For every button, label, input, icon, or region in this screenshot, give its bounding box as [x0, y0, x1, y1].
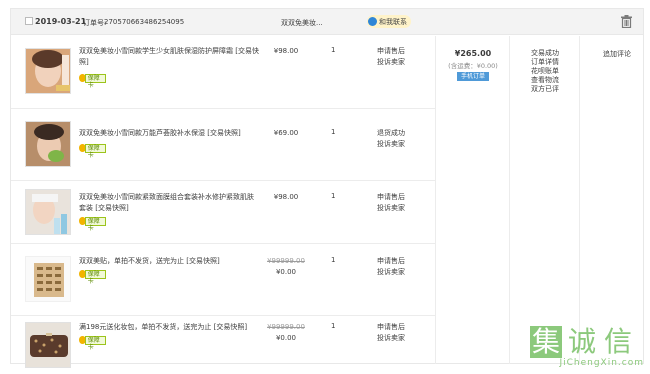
product-thumbnail[interactable]	[25, 322, 71, 368]
apply-after-sale-link[interactable]: 申请售后	[377, 256, 405, 267]
guarantee-badge[interactable]: 保障卡	[79, 335, 106, 351]
huabei-bill-link[interactable]: 花呗账单	[531, 67, 559, 76]
complain-seller-link[interactable]: 投诉卖家	[377, 333, 405, 344]
order-number: 270570663486254095	[104, 18, 185, 26]
chat-icon	[368, 17, 377, 26]
complain-seller-link[interactable]: 投诉卖家	[377, 203, 405, 214]
apply-after-sale-link[interactable]: 申请售后	[377, 322, 405, 333]
pay-method-tag: 手机订单	[456, 72, 489, 81]
product-title-link[interactable]: 双双美贴，单拍不发货，送完为止 [交易快照]	[79, 256, 259, 267]
item-quantity: 1	[331, 322, 336, 330]
watermark-char: 集	[530, 325, 562, 358]
add-review-link[interactable]: 追加评论	[603, 50, 631, 58]
order-total-column: ¥265.00 (含运费：¥0.00) 手机订单	[437, 49, 509, 81]
item-original-price: ¥99999.00	[267, 323, 305, 331]
complain-seller-link[interactable]: 投诉卖家	[377, 267, 405, 278]
complain-seller-link[interactable]: 投诉卖家	[377, 57, 405, 68]
order-total: ¥265.00	[454, 49, 492, 58]
watermark-chars: 集 诚 信	[530, 326, 650, 358]
badge-label: 保障卡	[84, 143, 106, 159]
mutual-review-status[interactable]: 双方已评	[531, 85, 559, 94]
item-price: ¥98.00	[261, 46, 311, 57]
product-thumbnail[interactable]	[25, 48, 71, 94]
after-sale-links: 申请售后 投诉卖家	[377, 46, 405, 68]
order-item-row: 双双免美妆小雪同款学生少女肌肤保湿防护屏障霜 [交易快照] 保障卡 ¥98.00…	[11, 36, 435, 109]
order-freight: (含运费：¥0.00)	[448, 62, 498, 70]
badge-label: 保障卡	[84, 269, 106, 285]
apply-after-sale-link[interactable]: 申请售后	[377, 192, 405, 203]
order-card: 2019-03-21 订单号: 270570663486254095 双双免美妆…	[10, 8, 644, 368]
order-item-row: 双双美贴，单拍不发货，送完为止 [交易快照] 保障卡 ¥99999.00 ¥0.…	[11, 244, 435, 316]
badge-label: 保障卡	[84, 73, 106, 89]
guarantee-badge[interactable]: 保障卡	[79, 269, 106, 285]
after-sale-links: 退货成功 投诉卖家	[377, 128, 405, 150]
contact-seller-button[interactable]: 和我联系	[367, 15, 411, 28]
guarantee-badge[interactable]: 保障卡	[79, 73, 106, 89]
order-number-label: 订单号:	[83, 19, 107, 27]
product-title-link[interactable]: 双双免美妆小雪同款万能芦荟胶补水保湿 [交易快照]	[79, 128, 259, 139]
order-detail-link[interactable]: 订单详情	[531, 58, 559, 67]
item-price: ¥69.00	[261, 128, 311, 139]
product-thumbnail[interactable]	[25, 121, 71, 167]
product-title-link[interactable]: 双双免美妆小雪同款学生少女肌肤保湿防护屏障霜 [交易快照]	[79, 46, 259, 68]
item-price: ¥98.00	[261, 192, 311, 203]
operation-column: 追加评论	[603, 49, 631, 59]
badge-label: 保障卡	[84, 216, 106, 232]
item-price-value: ¥98.00	[273, 193, 299, 201]
contact-seller-label: 和我联系	[379, 17, 407, 26]
order-header: 2019-03-21 订单号: 270570663486254095 双双免美妆…	[11, 9, 643, 35]
order-item-row: 满198元送化妆包，单拍不发货，送完为止 [交易快照] 保障卡 ¥99999.0…	[11, 316, 435, 368]
product-thumbnail[interactable]	[25, 256, 71, 302]
watermark-url: JiChengXin.com	[559, 358, 644, 368]
product-thumbnail[interactable]	[25, 189, 71, 235]
refund-status-link[interactable]: 退货成功	[377, 128, 405, 139]
badge-label: 保障卡	[84, 335, 106, 351]
watermark-char: 信	[603, 325, 632, 358]
column-divider	[435, 36, 436, 364]
after-sale-links: 申请售后 投诉卖家	[377, 192, 405, 214]
item-price-value: ¥0.00	[275, 268, 297, 276]
column-divider	[579, 36, 580, 364]
item-price-value: ¥98.00	[273, 47, 299, 55]
column-divider	[509, 36, 510, 364]
after-sale-links: 申请售后 投诉卖家	[377, 256, 405, 278]
order-item-row: 双双免美妆小雪同款万能芦荟胶补水保湿 [交易快照] 保障卡 ¥69.00 1 退…	[11, 109, 435, 181]
trash-icon[interactable]	[621, 15, 632, 28]
product-title-link[interactable]: 双双免美妆小雪同款紧致面膜组合套装补水修护紧致肌肤套装 [交易快照]	[79, 192, 259, 214]
item-quantity: 1	[331, 46, 336, 54]
order-date: 2019-03-21	[35, 17, 87, 26]
item-price: ¥99999.00 ¥0.00	[261, 256, 311, 278]
item-price-value: ¥69.00	[273, 129, 299, 137]
complain-seller-link[interactable]: 投诉卖家	[377, 139, 405, 150]
item-original-price: ¥99999.00	[267, 257, 305, 265]
watermark-logo: 集 诚 信 JiChengXin.com	[530, 326, 650, 374]
watermark-char: 诚	[567, 325, 596, 358]
guarantee-badge[interactable]: 保障卡	[79, 216, 106, 232]
product-title-link[interactable]: 满198元送化妆包，单拍不发货，送完为止 [交易快照]	[79, 322, 259, 333]
item-quantity: 1	[331, 128, 336, 136]
after-sale-links: 申请售后 投诉卖家	[377, 322, 405, 344]
item-quantity: 1	[331, 192, 336, 200]
order-item-row: 双双免美妆小雪同款紧致面膜组合套装补水修护紧致肌肤套装 [交易快照] 保障卡 ¥…	[11, 181, 435, 244]
item-price-value: ¥0.00	[275, 334, 297, 342]
order-checkbox[interactable]	[25, 17, 33, 25]
shop-name-link[interactable]: 双双免美妆...	[281, 18, 323, 28]
guarantee-badge[interactable]: 保障卡	[79, 143, 106, 159]
trade-status: 交易成功	[531, 49, 559, 57]
item-quantity: 1	[331, 256, 336, 264]
view-logistics-link[interactable]: 查看物流	[531, 76, 559, 85]
item-price: ¥99999.00 ¥0.00	[261, 322, 311, 344]
apply-after-sale-link[interactable]: 申请售后	[377, 46, 405, 57]
order-status-column: 交易成功 订单详情 花呗账单 查看物流 双方已评	[531, 49, 559, 94]
